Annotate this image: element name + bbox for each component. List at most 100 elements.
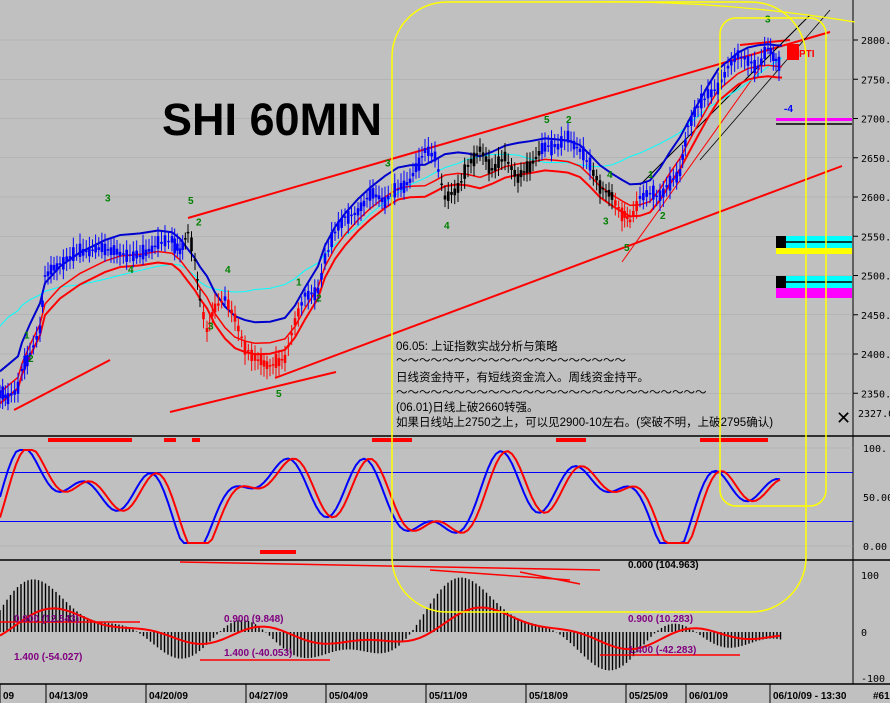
wave-label: 1 [296,278,302,289]
chart-svg[interactable]: 123452345123452431253 2350.002400.002450… [0,0,890,703]
candle-body [256,359,260,361]
candle-body [743,56,746,60]
candle-body [772,52,775,62]
candle-body [658,190,662,201]
candle-body [417,157,421,171]
wave-label: 5 [276,389,282,400]
y-tick-label: 2500.00 [861,272,890,283]
candle-body [350,214,353,217]
candle-body [156,236,160,249]
candle-body [293,318,297,326]
candle-body [588,157,592,171]
candle-body [109,247,113,255]
candle-body [68,256,72,261]
x-tick-label: 05/25/09 [629,691,668,702]
candle-body [475,153,479,155]
candle-body [240,336,243,339]
candle-body [642,192,645,201]
candle-body [446,191,450,201]
candle-body [598,180,602,194]
candle-body [290,332,293,336]
candle-body [300,302,303,306]
candle-body [481,152,485,157]
level-label: 1.400 (-40.053) [224,648,292,659]
candle-body [132,251,135,262]
candle-body [230,309,233,314]
candle-body [716,82,720,95]
candle-body [686,125,690,128]
candle-body [250,349,253,362]
y-tick-label: 2750.00 [861,75,890,86]
wave-label: 2 [566,115,572,126]
candle-body [490,168,494,171]
candle-body [135,250,138,259]
candle-body [662,188,665,198]
candle-body [604,190,608,193]
candle-body [466,164,470,167]
candle-body [365,197,369,200]
candle-body [38,325,42,334]
candle-body [283,354,287,364]
candle-body [97,247,101,251]
candle-body [353,212,357,216]
candle-body [153,245,157,248]
candle-body [32,345,35,348]
candle-body [399,182,403,190]
candle-body [237,325,240,332]
y-tick-label: 2400.00 [861,350,890,361]
candle-body [23,355,26,370]
candle-body [696,106,700,108]
y-tick-label: 2550.00 [861,232,890,243]
candle-body [88,247,91,257]
candle-body [62,257,65,270]
candle-body [340,218,343,228]
candle-body [184,238,187,240]
candle-body [753,59,756,74]
candle-body [525,161,529,173]
candle-body [262,360,266,367]
candle-body [362,200,366,207]
candle-body [497,156,500,168]
candle-body [112,245,116,256]
candle-body [16,381,20,394]
y-tick-label: 2800.00 [861,36,890,47]
candle-body [638,195,642,199]
candle-body [510,166,513,170]
candle-body [693,107,696,117]
x-tick-label: 04/27/09 [249,691,288,702]
candle-body [575,146,579,149]
candle-body [617,207,620,209]
candle-body [163,235,167,247]
candle-body [478,146,482,152]
candle-body [610,192,614,200]
candle-body [632,211,635,216]
level-label: 0.900 (9.848) [224,614,284,625]
candle-body [297,308,300,317]
candle-body [202,312,205,320]
candle-body [193,259,197,261]
candle-body [393,183,397,198]
candle-body [733,55,736,63]
wave-label: 4 [128,265,134,276]
candle-body [78,243,82,257]
candle-body [75,253,78,256]
candle-body [503,151,507,162]
candle-body [713,89,716,91]
candle-body [528,161,532,173]
note-line-0: 06.05: 上证指数实战分析与策略 [396,339,558,353]
stoch-tick-label: 50.00 [863,493,890,504]
x-tick-label: 05/11/09 [429,691,468,702]
candle-body [190,237,193,252]
candle-body [516,174,520,183]
candle-body [46,271,50,277]
x-tick-label: 09 [3,691,15,702]
candle-body [274,353,278,368]
candle-body [217,303,220,306]
level-label: 1.400 (-42.283) [628,645,696,656]
candle-body [543,142,547,152]
candle-body [330,232,333,248]
candle-body [103,243,107,256]
candle-body [668,175,672,191]
close-icon[interactable]: ✕ [836,408,851,428]
y-tick-label: 2450.00 [861,311,890,322]
